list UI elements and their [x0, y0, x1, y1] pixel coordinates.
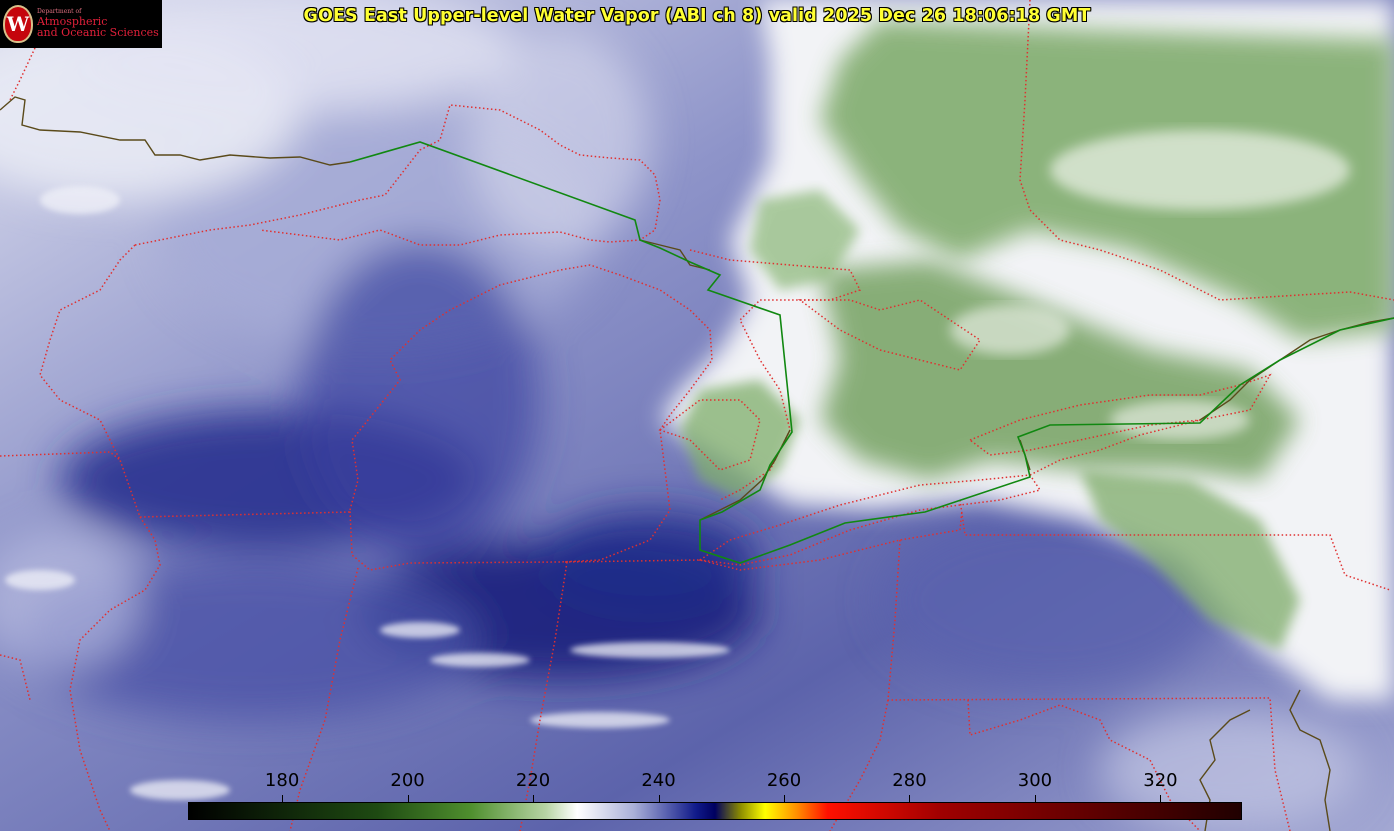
colorbar-tick-label: 180	[264, 770, 300, 791]
colorbar-tick-label: 280	[892, 770, 927, 791]
water-vapor-map	[0, 0, 1394, 831]
colorbar-tick-label: 240	[641, 770, 676, 791]
colorbar-tick	[1034, 795, 1036, 802]
map-title: GOES East Upper-level Water Vapor (ABI c…	[303, 6, 1091, 26]
colorbar-tick-label: 300	[1017, 770, 1053, 791]
logo-line-2: and Oceanic Sciences	[37, 26, 159, 40]
colorbar-tick	[658, 795, 660, 802]
colorbar-tick	[1160, 795, 1162, 802]
colorbar-tick-label: 320	[1143, 770, 1178, 791]
colorbar-tick	[784, 795, 785, 802]
colorbar-tick-label: 260	[766, 770, 802, 791]
colorbar-tick-label: 200	[390, 770, 425, 791]
colorbar-tick	[407, 795, 409, 802]
colorbar-tick-label: 220	[515, 770, 551, 791]
colorbar-tick	[909, 795, 911, 802]
colorbar	[188, 802, 1242, 820]
colorbar-tick	[282, 795, 284, 802]
colorbar-tick	[533, 795, 535, 802]
